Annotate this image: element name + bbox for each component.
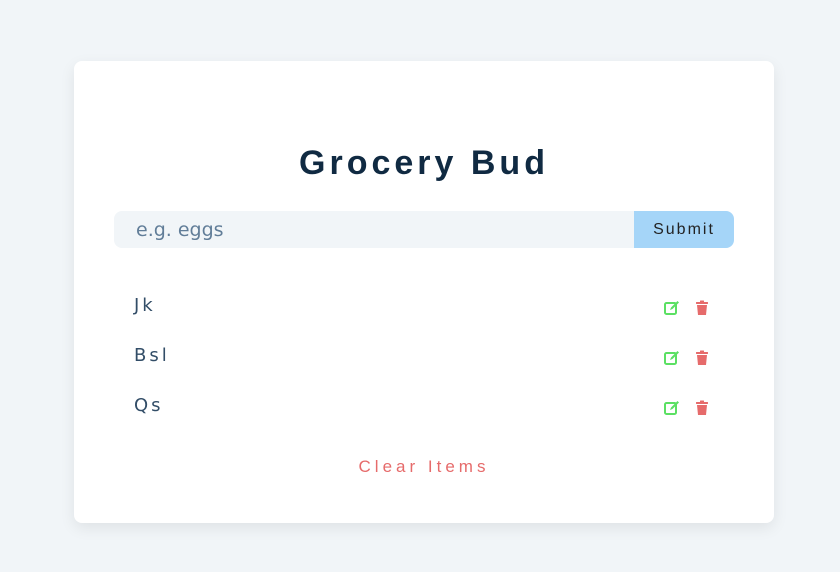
submit-button[interactable]: Submit <box>634 211 734 248</box>
item-actions <box>664 350 710 366</box>
edit-icon[interactable] <box>664 300 680 316</box>
trash-icon[interactable] <box>694 300 710 316</box>
list-item: Qs <box>114 383 734 433</box>
item-actions <box>664 300 710 316</box>
page-title: Grocery Bud <box>299 144 549 182</box>
trash-icon[interactable] <box>694 400 710 416</box>
edit-icon[interactable] <box>664 400 680 416</box>
grocery-card: Grocery Bud Submit Jk <box>74 61 774 523</box>
item-actions <box>664 400 710 416</box>
item-title: Bsl <box>134 345 170 366</box>
edit-icon[interactable] <box>664 350 680 366</box>
grocery-form: Submit <box>114 211 734 248</box>
clear-items-button[interactable]: Clear Items <box>74 457 774 477</box>
grocery-input[interactable] <box>114 211 634 248</box>
list-item: Jk <box>114 283 734 333</box>
item-title: Qs <box>134 395 164 416</box>
trash-icon[interactable] <box>694 350 710 366</box>
item-title: Jk <box>134 295 156 316</box>
grocery-list: Jk Bsl Qs <box>114 283 734 433</box>
list-item: Bsl <box>114 333 734 383</box>
